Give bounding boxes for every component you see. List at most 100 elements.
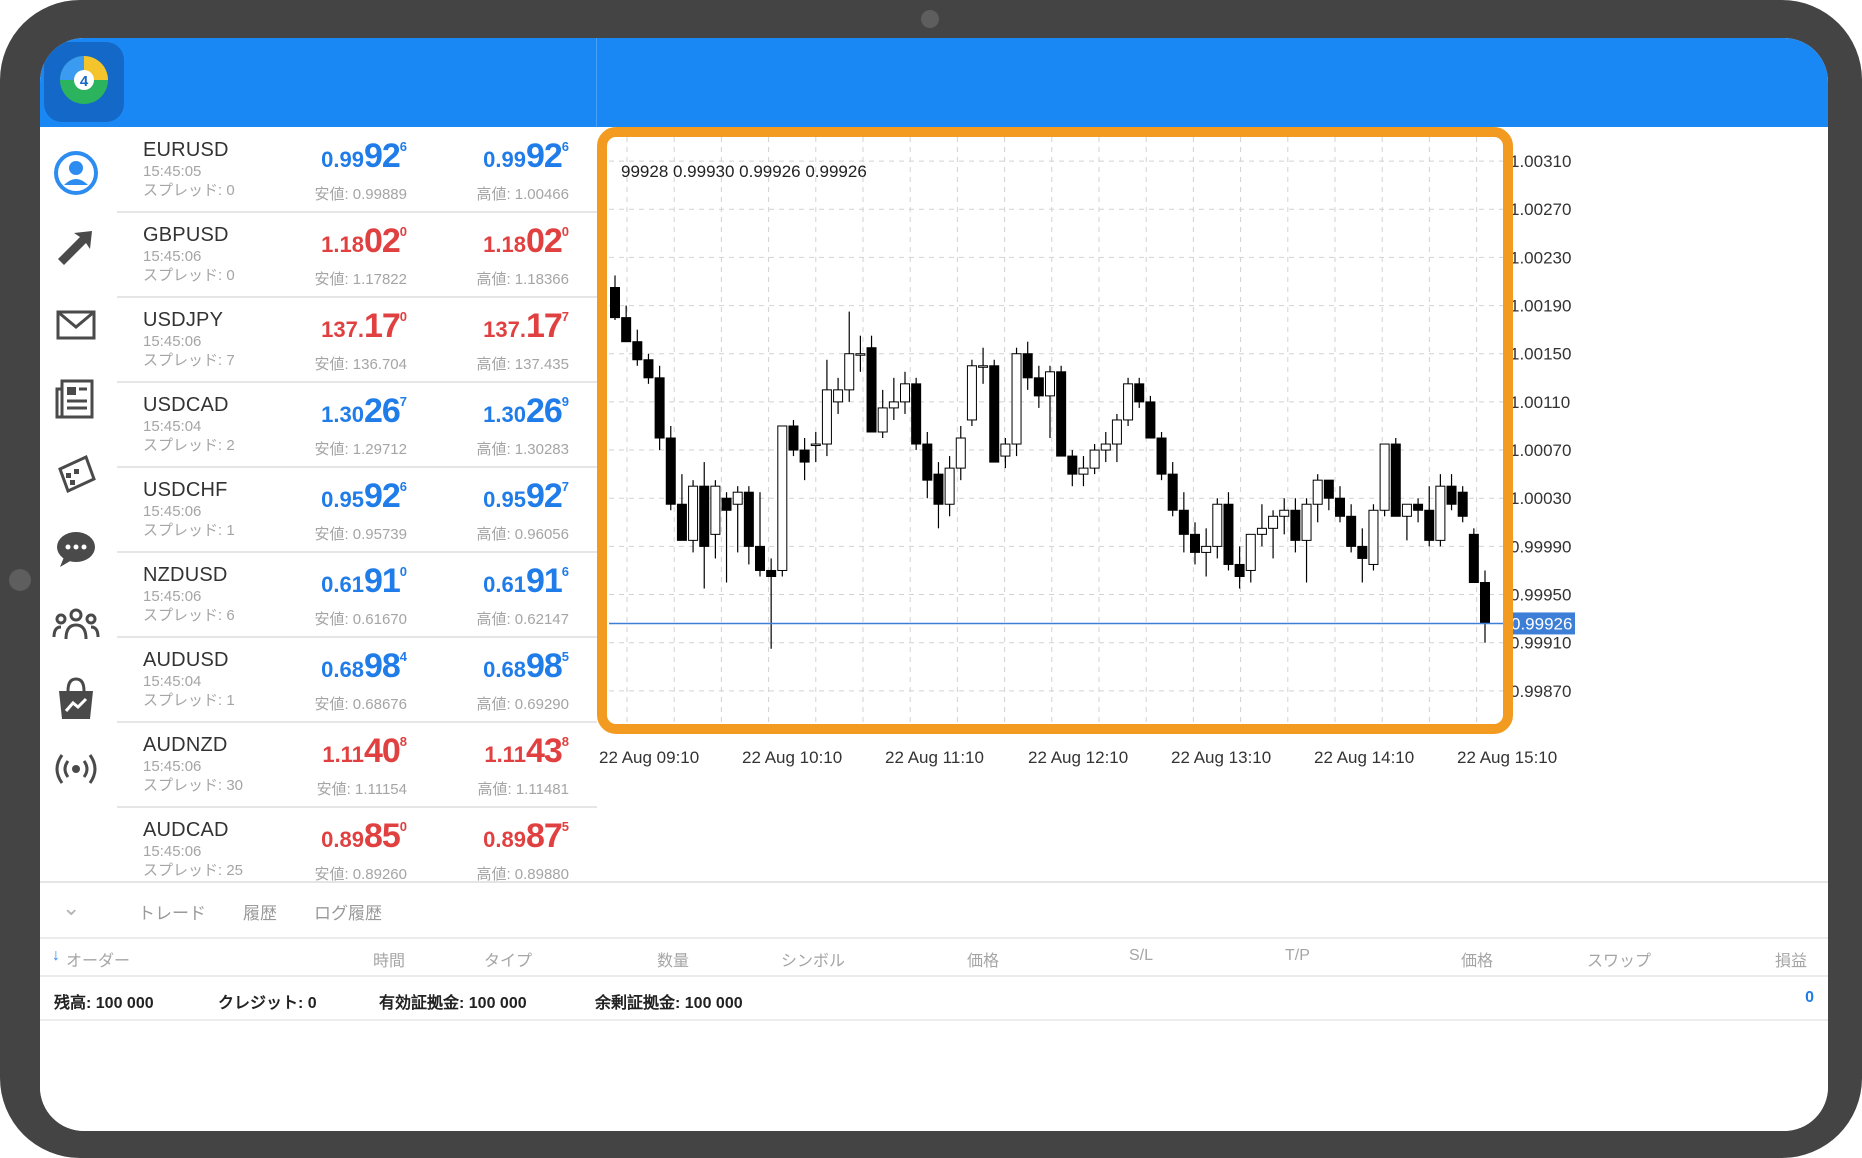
signal-icon[interactable] bbox=[46, 739, 106, 799]
community-icon[interactable] bbox=[46, 595, 106, 655]
candle-down[interactable] bbox=[911, 383, 922, 445]
candle-down[interactable] bbox=[1424, 509, 1435, 541]
candle-down[interactable] bbox=[632, 341, 643, 361]
col-price[interactable]: 価格 bbox=[967, 947, 999, 971]
ask-price[interactable]: 0.99926 bbox=[117, 137, 569, 176]
candle-down[interactable] bbox=[1056, 371, 1067, 457]
candle-down[interactable] bbox=[699, 485, 710, 547]
quote-row[interactable]: AUDNZD 15:45:06 スプレッド: 30 1.11408 1.11438 安値:… bbox=[117, 722, 630, 808]
tab-trade[interactable]: トレード bbox=[138, 899, 206, 924]
candle-down[interactable] bbox=[989, 365, 1000, 463]
quote-row[interactable]: USDCHF 15:45:06 スプレッド: 1 0.95926 0.95927 安値: … bbox=[117, 467, 630, 553]
col-order[interactable]: オーダー bbox=[66, 947, 130, 971]
chat-icon[interactable] bbox=[46, 519, 106, 579]
col-symbol[interactable]: シンボル bbox=[781, 947, 845, 971]
candle-down[interactable] bbox=[743, 491, 754, 547]
quote-row[interactable]: EURUSD 15:45:05 スプレッド: 0 0.99926 0.99926 安値: … bbox=[117, 127, 630, 213]
candle-up[interactable] bbox=[888, 401, 899, 409]
candle-up[interactable] bbox=[844, 353, 855, 391]
candle-down[interactable] bbox=[621, 317, 632, 343]
candle-up[interactable] bbox=[1268, 515, 1279, 529]
candle-down[interactable] bbox=[1033, 377, 1044, 397]
candle-down[interactable] bbox=[1167, 473, 1178, 511]
col-price-current[interactable]: 価格 bbox=[1461, 947, 1493, 971]
candle-up[interactable] bbox=[1212, 503, 1223, 547]
candle-down[interactable] bbox=[755, 545, 765, 571]
col-tp[interactable]: T/P bbox=[1285, 947, 1310, 965]
candle-down[interactable] bbox=[922, 443, 933, 481]
candle-up[interactable] bbox=[1301, 503, 1312, 541]
col-sl[interactable]: S/L bbox=[1129, 947, 1153, 965]
candle-down[interactable] bbox=[1067, 455, 1078, 475]
ask-price[interactable]: 0.95927 bbox=[117, 477, 569, 516]
candle-up[interactable] bbox=[978, 365, 989, 368]
candle-down[interactable] bbox=[933, 473, 944, 505]
ask-price[interactable]: 0.61916 bbox=[117, 562, 569, 601]
candle-up[interactable] bbox=[966, 365, 977, 421]
candle-up[interactable] bbox=[1256, 527, 1267, 535]
candle-down[interactable] bbox=[1357, 545, 1368, 559]
candle-down[interactable] bbox=[1413, 503, 1424, 511]
candle-down[interactable] bbox=[1468, 533, 1479, 584]
candle-up[interactable] bbox=[1011, 353, 1022, 445]
ask-price[interactable]: 1.11438 bbox=[117, 732, 569, 771]
chevron-down-icon[interactable]: ⌄ bbox=[62, 895, 80, 921]
candlestick-chart[interactable]: 1.00310 1.00270 1.00230 1.00190 1.00150 1.001… bbox=[597, 127, 1828, 881]
candle-up[interactable] bbox=[1379, 443, 1390, 511]
candle-up[interactable] bbox=[1100, 443, 1111, 451]
candle-down[interactable] bbox=[1223, 503, 1234, 565]
candle-down[interactable] bbox=[1156, 437, 1167, 475]
candle-down[interactable] bbox=[1335, 497, 1345, 517]
ask-price[interactable]: 137.177 bbox=[117, 307, 569, 346]
candle-down[interactable] bbox=[766, 569, 777, 577]
candle-up[interactable] bbox=[732, 491, 743, 505]
quote-row[interactable]: AUDCAD 15:45:06 スプレッド: 25 0.89850 0.89875 安値:… bbox=[117, 807, 630, 881]
col-time[interactable]: 時間 bbox=[373, 947, 405, 971]
col-volume[interactable]: 数量 bbox=[657, 947, 689, 971]
news-icon[interactable] bbox=[46, 369, 106, 429]
candle-up[interactable] bbox=[688, 485, 699, 541]
candle-up[interactable] bbox=[710, 485, 721, 535]
market-icon[interactable] bbox=[46, 669, 106, 729]
candle-up[interactable] bbox=[1368, 509, 1379, 565]
candle-down[interactable] bbox=[1346, 515, 1357, 547]
mail-icon[interactable] bbox=[46, 295, 106, 355]
trade-icon[interactable] bbox=[46, 219, 106, 279]
col-profit[interactable]: 損益 bbox=[1775, 947, 1807, 971]
quote-row[interactable]: AUDUSD 15:45:04 スプレッド: 1 0.68984 0.68985 安値: … bbox=[117, 637, 630, 723]
ask-price[interactable]: 0.89875 bbox=[117, 817, 569, 856]
candle-down[interactable] bbox=[1134, 383, 1145, 403]
candle-down[interactable] bbox=[1323, 479, 1334, 499]
candle-up[interactable] bbox=[1312, 479, 1323, 505]
candle-up[interactable] bbox=[777, 425, 788, 571]
candle-down[interactable] bbox=[799, 449, 810, 463]
ask-price[interactable]: 1.30269 bbox=[117, 392, 569, 431]
candle-up[interactable] bbox=[944, 467, 955, 505]
candle-up[interactable] bbox=[1245, 533, 1256, 571]
candle-up[interactable] bbox=[1279, 509, 1290, 517]
col-type[interactable]: タイプ bbox=[484, 947, 532, 971]
candle-up[interactable] bbox=[900, 383, 910, 403]
candle-down[interactable] bbox=[654, 377, 665, 439]
candle-down[interactable] bbox=[721, 497, 732, 511]
candle-down[interactable] bbox=[1290, 509, 1301, 541]
ask-price[interactable]: 1.18020 bbox=[117, 222, 569, 261]
candle-up[interactable] bbox=[955, 437, 966, 469]
calendar-icon[interactable] bbox=[46, 445, 106, 505]
candle-up[interactable] bbox=[810, 443, 821, 447]
candle-up[interactable] bbox=[1123, 383, 1134, 421]
candle-up[interactable] bbox=[1401, 503, 1412, 517]
sort-arrow-icon[interactable]: ↓ bbox=[52, 947, 60, 965]
candle-down[interactable] bbox=[1190, 533, 1200, 553]
candle-up[interactable] bbox=[1089, 449, 1100, 469]
tab-log-history[interactable]: ログ履歴 bbox=[314, 899, 382, 924]
candle-up[interactable] bbox=[1201, 545, 1212, 553]
quote-row[interactable]: USDCAD 15:45:04 スプレッド: 2 1.30267 1.30269 安値: … bbox=[117, 382, 630, 468]
quote-row[interactable]: USDJPY 15:45:06 スプレッド: 7 137.170 137.177 安値: … bbox=[117, 297, 630, 383]
ask-price[interactable]: 0.68985 bbox=[117, 647, 569, 686]
candle-up[interactable] bbox=[855, 353, 866, 356]
quotes-icon[interactable] bbox=[46, 143, 106, 203]
candle-up[interactable] bbox=[1435, 485, 1446, 541]
chart-area[interactable]: 1.00310 1.00270 1.00230 1.00190 1.00150 1.001… bbox=[597, 127, 1828, 881]
quote-row[interactable]: NZDUSD 15:45:06 スプレッド: 6 0.61910 0.61916 安値: … bbox=[117, 552, 630, 638]
